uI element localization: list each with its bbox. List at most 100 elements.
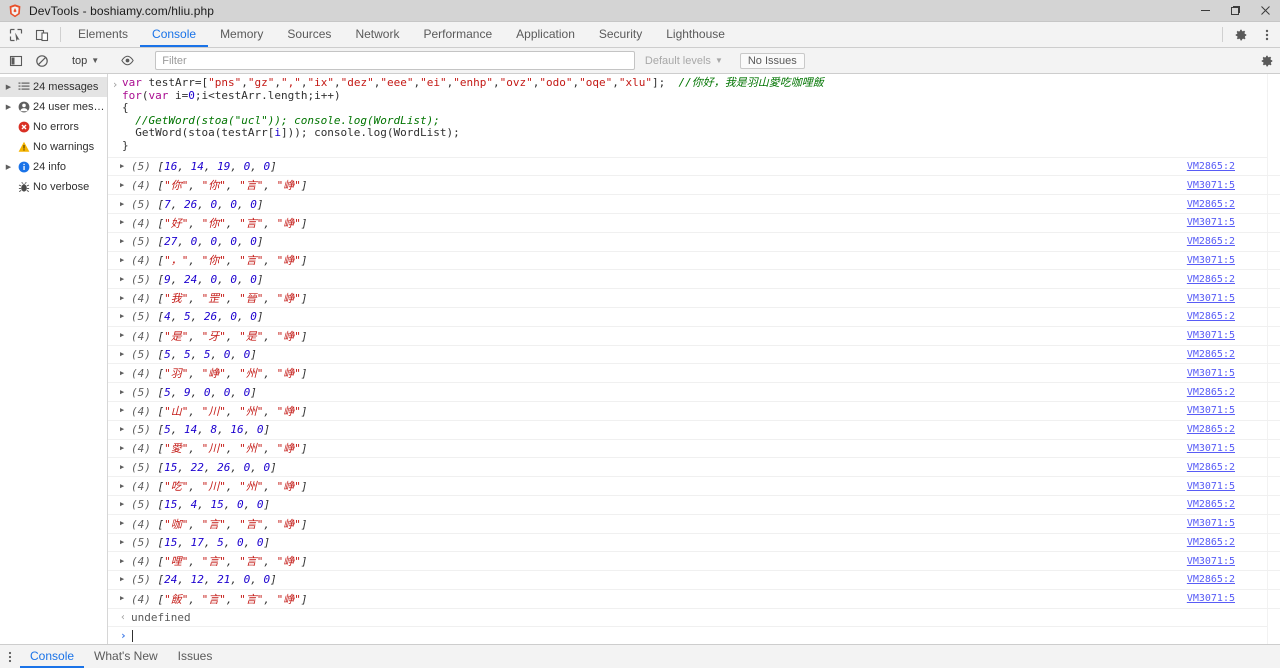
source-location-link[interactable]: VM3071:5 <box>1187 556 1235 567</box>
drawer-tab-console[interactable]: Console <box>20 645 84 668</box>
chevron-right-icon[interactable]: ▶ <box>2 164 15 171</box>
console-log-row[interactable]: ▶(5) [27, 0, 0, 0, 0]VM2865:2 <box>108 233 1280 252</box>
source-location-link[interactable]: VM3071:5 <box>1187 217 1235 228</box>
drawer-tab-whats-new[interactable]: What's New <box>84 645 168 668</box>
device-toolbar-icon[interactable] <box>29 22 55 47</box>
source-location-link[interactable]: VM2865:2 <box>1187 199 1235 210</box>
console-log-row[interactable]: ▶(5) [7, 26, 0, 0, 0]VM2865:2 <box>108 195 1280 214</box>
source-location-link[interactable]: VM3071:5 <box>1187 518 1235 529</box>
source-location-link[interactable]: VM3071:5 <box>1187 443 1235 454</box>
console-prompt-row[interactable]: › <box>108 627 1280 644</box>
console-log-row[interactable]: ▶(4) ["愛", "川", "州", "峥"]VM3071:5 <box>108 440 1280 459</box>
show-console-sidebar-icon[interactable] <box>3 48 29 73</box>
source-location-link[interactable]: VM2865:2 <box>1187 236 1235 247</box>
console-log-row[interactable]: ▶(4) ["，", "你", "言", "峥"]VM3071:5 <box>108 252 1280 271</box>
source-location-link[interactable]: VM3071:5 <box>1187 481 1235 492</box>
source-location-link[interactable]: VM3071:5 <box>1187 330 1235 341</box>
more-vertical-icon[interactable] <box>0 650 20 664</box>
expand-arrow-icon[interactable]: ▶ <box>120 238 131 245</box>
source-location-link[interactable]: VM2865:2 <box>1187 311 1235 322</box>
console-log-row[interactable]: ▶(4) ["我", "罡", "晉", "峥"]VM3071:5 <box>108 289 1280 308</box>
console-log-row[interactable]: ▶(5) [24, 12, 21, 0, 0]VM2865:2 <box>108 571 1280 590</box>
close-button[interactable] <box>1250 0 1280 22</box>
source-location-link[interactable]: VM3071:5 <box>1187 255 1235 266</box>
expand-arrow-icon[interactable]: ▶ <box>120 313 131 320</box>
expand-arrow-icon[interactable]: ▶ <box>120 464 131 471</box>
expand-arrow-icon[interactable]: ▶ <box>120 276 131 283</box>
console-log-row[interactable]: ▶(5) [15, 22, 26, 0, 0]VM2865:2 <box>108 458 1280 477</box>
expand-arrow-icon[interactable]: ▶ <box>120 389 131 396</box>
issues-button[interactable]: No Issues <box>740 53 805 69</box>
sidebar-item-verbose[interactable]: No verbose <box>0 177 107 197</box>
tab-network[interactable]: Network <box>343 22 411 47</box>
console-log-row[interactable]: ▶(5) [15, 17, 5, 0, 0]VM2865:2 <box>108 534 1280 553</box>
tab-sources[interactable]: Sources <box>275 22 343 47</box>
tab-lighthouse[interactable]: Lighthouse <box>654 22 737 47</box>
expand-arrow-icon[interactable]: ▶ <box>120 182 131 189</box>
console-output[interactable]: › var testArr=["pns","gz",",","ix","dez"… <box>108 74 1280 644</box>
expand-arrow-icon[interactable]: ▶ <box>120 520 131 527</box>
source-location-link[interactable]: VM2865:2 <box>1187 274 1235 285</box>
console-log-row[interactable]: ▶(5) [5, 9, 0, 0, 0]VM2865:2 <box>108 383 1280 402</box>
expand-arrow-icon[interactable]: ▶ <box>120 370 131 377</box>
tab-security[interactable]: Security <box>587 22 654 47</box>
source-location-link[interactable]: VM2865:2 <box>1187 574 1235 585</box>
tab-application[interactable]: Application <box>504 22 587 47</box>
console-log-row[interactable]: ▶(5) [15, 4, 15, 0, 0]VM2865:2 <box>108 496 1280 515</box>
inspect-element-icon[interactable] <box>3 22 29 47</box>
sidebar-item-info[interactable]: ▶ 24 info <box>0 157 107 177</box>
source-location-link[interactable]: VM3071:5 <box>1187 593 1235 604</box>
console-log-row[interactable]: ▶(4) ["你", "你", "言", "峥"]VM3071:5 <box>108 176 1280 195</box>
expand-arrow-icon[interactable]: ▶ <box>120 426 131 433</box>
expand-arrow-icon[interactable]: ▶ <box>120 163 131 170</box>
source-location-link[interactable]: VM3071:5 <box>1187 180 1235 191</box>
chevron-right-icon[interactable]: ▶ <box>2 84 15 91</box>
console-log-row[interactable]: ▶(4) ["哩", "言", "言", "峥"]VM3071:5 <box>108 552 1280 571</box>
source-location-link[interactable]: VM2865:2 <box>1187 161 1235 172</box>
expand-arrow-icon[interactable]: ▶ <box>120 558 131 565</box>
console-log-row[interactable]: ▶(5) [5, 14, 8, 16, 0]VM2865:2 <box>108 421 1280 440</box>
console-log-row[interactable]: ▶(5) [9, 24, 0, 0, 0]VM2865:2 <box>108 270 1280 289</box>
console-log-row[interactable]: ▶(4) ["羽", "峥", "州", "峥"]VM3071:5 <box>108 364 1280 383</box>
more-options-icon[interactable] <box>1254 22 1280 47</box>
expand-arrow-icon[interactable]: ▶ <box>120 351 131 358</box>
source-location-link[interactable]: VM2865:2 <box>1187 424 1235 435</box>
source-location-link[interactable]: VM2865:2 <box>1187 537 1235 548</box>
source-location-link[interactable]: VM2865:2 <box>1187 349 1235 360</box>
expand-arrow-icon[interactable]: ▶ <box>120 539 131 546</box>
tab-performance[interactable]: Performance <box>411 22 504 47</box>
console-log-row[interactable]: ▶(5) [5, 5, 5, 0, 0]VM2865:2 <box>108 346 1280 365</box>
tab-console[interactable]: Console <box>140 22 208 47</box>
source-location-link[interactable]: VM2865:2 <box>1187 462 1235 473</box>
tab-elements[interactable]: Elements <box>66 22 140 47</box>
source-location-link[interactable]: VM3071:5 <box>1187 405 1235 416</box>
expand-arrow-icon[interactable]: ▶ <box>120 576 131 583</box>
settings-gear-icon[interactable] <box>1228 22 1254 47</box>
settings-gear-icon[interactable] <box>1254 48 1280 73</box>
expand-arrow-icon[interactable]: ▶ <box>120 257 131 264</box>
sidebar-item-user-messages[interactable]: ▶ 24 user mes… <box>0 97 107 117</box>
source-location-link[interactable]: VM2865:2 <box>1187 499 1235 510</box>
filter-input[interactable]: Filter <box>155 51 635 70</box>
console-log-row[interactable]: ▶(4) ["好", "你", "言", "峥"]VM3071:5 <box>108 214 1280 233</box>
expand-arrow-icon[interactable]: ▶ <box>120 483 131 490</box>
console-log-row[interactable]: ▶(4) ["咖", "言", "言", "峥"]VM3071:5 <box>108 515 1280 534</box>
expand-arrow-icon[interactable]: ▶ <box>120 219 131 226</box>
tab-memory[interactable]: Memory <box>208 22 275 47</box>
sidebar-item-warnings[interactable]: No warnings <box>0 137 107 157</box>
console-log-row[interactable]: ▶(5) [4, 5, 26, 0, 0]VM2865:2 <box>108 308 1280 327</box>
minimize-button[interactable] <box>1190 0 1220 22</box>
source-location-link[interactable]: VM3071:5 <box>1187 368 1235 379</box>
eye-icon[interactable] <box>114 48 140 73</box>
maximize-button[interactable] <box>1220 0 1250 22</box>
expand-arrow-icon[interactable]: ▶ <box>120 201 131 208</box>
expand-arrow-icon[interactable]: ▶ <box>120 501 131 508</box>
execution-context-selector[interactable]: top ▼ <box>66 51 103 71</box>
sidebar-item-messages[interactable]: ▶ 24 messages <box>0 77 107 97</box>
source-location-link[interactable]: VM3071:5 <box>1187 293 1235 304</box>
chevron-right-icon[interactable]: ▶ <box>2 104 15 111</box>
sidebar-item-errors[interactable]: No errors <box>0 117 107 137</box>
console-log-row[interactable]: ▶(4) ["飯", "言", "言", "峥"]VM3071:5 <box>108 590 1280 609</box>
console-log-row[interactable]: ▶(5) [16, 14, 19, 0, 0]VM2865:2 <box>108 158 1280 177</box>
console-log-row[interactable]: ▶(4) ["吃", "川", "州", "峥"]VM3071:5 <box>108 477 1280 496</box>
